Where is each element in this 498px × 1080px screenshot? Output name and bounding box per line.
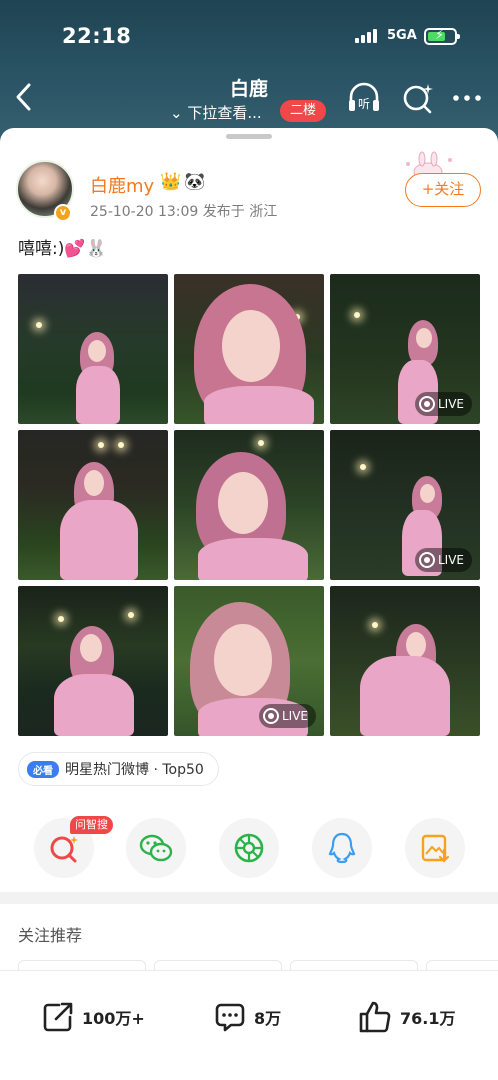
network-type: 5GA — [387, 28, 417, 43]
thumbs-up-icon — [359, 1001, 391, 1033]
photo-5[interactable] — [174, 430, 324, 580]
username[interactable]: 白鹿my — [90, 172, 154, 198]
save-image-share-button[interactable] — [405, 818, 465, 878]
headphone-icon: 听 — [349, 82, 379, 111]
photo-grid: LIVE LIVE LIVE — [18, 274, 480, 736]
repost-icon — [43, 1002, 73, 1032]
comment-count: 8万 — [254, 1009, 282, 1028]
like-count: 76.1万 — [400, 1009, 456, 1028]
repost-button[interactable]: 100万+ — [42, 999, 145, 1035]
section-divider — [0, 892, 498, 904]
save-image-icon — [421, 834, 450, 863]
battery-icon: ⚡ — [424, 28, 460, 45]
floor-badge[interactable]: 二楼 — [280, 100, 326, 122]
photo-1[interactable] — [18, 274, 168, 424]
hot-topic-text: 明星热门微博 · Top50 — [65, 762, 204, 778]
qq-penguin-icon — [328, 832, 356, 864]
status-time: 22:18 — [62, 24, 132, 48]
moments-aperture-icon — [234, 833, 264, 863]
like-button[interactable]: 76.1万 — [358, 999, 455, 1035]
search-icon — [403, 84, 433, 114]
wechat-icon — [139, 834, 173, 862]
more-dots-icon — [453, 95, 481, 101]
signal-icon — [355, 29, 381, 43]
repost-count: 100万+ — [82, 1009, 145, 1028]
live-photo-icon — [418, 396, 435, 412]
photo-3[interactable]: LIVE — [330, 274, 480, 424]
live-badge: LIVE — [258, 704, 316, 728]
crown-icon: 👑 — [160, 172, 182, 192]
live-photo-icon — [418, 552, 435, 568]
listen-button[interactable]: 听 — [346, 80, 382, 116]
drag-handle[interactable] — [226, 134, 272, 139]
wechat-share-button[interactable] — [126, 818, 186, 878]
hot-topic-tag[interactable]: 必看 明星热门微博 · Top50 — [18, 752, 219, 786]
photo-2[interactable] — [174, 274, 324, 424]
post-text: 嘻嘻:)💕🐰 — [18, 239, 107, 259]
ai-search-icon — [50, 836, 78, 863]
svg-text:听: 听 — [358, 97, 370, 111]
pull-down-hint[interactable]: ⌄ 下拉查看... — [170, 102, 262, 123]
live-photo-icon — [262, 708, 279, 724]
follow-button[interactable]: +关注 — [405, 173, 481, 207]
photo-8[interactable]: LIVE — [174, 586, 324, 736]
panda-icon: 🐼 — [184, 172, 206, 192]
verified-icon: v — [54, 204, 72, 222]
search-button[interactable] — [400, 80, 436, 116]
action-bar: 100万+ 8万 76.1万 — [0, 970, 498, 1080]
qq-share-button[interactable] — [312, 818, 372, 878]
live-badge: LIVE — [414, 548, 472, 572]
post-meta: 25-10-20 13:09 发布于 浙江 — [90, 204, 278, 220]
photo-9[interactable] — [330, 586, 480, 736]
comment-icon — [215, 1003, 245, 1032]
live-badge: LIVE — [414, 392, 472, 416]
more-button[interactable] — [450, 80, 486, 116]
must-see-badge: 必看 — [27, 760, 59, 778]
top-nav: 白鹿 ⌄ 下拉查看... 二楼 听 — [0, 70, 498, 130]
status-bar: 22:18 5GA ⚡ — [0, 22, 498, 52]
photo-6[interactable]: LIVE — [330, 430, 480, 580]
ai-search-badge: 问智搜 — [70, 816, 113, 834]
photo-4[interactable] — [18, 430, 168, 580]
photo-7[interactable] — [18, 586, 168, 736]
post-card: v 白鹿my 👑 🐼 25-10-20 13:09 发布于 浙江 +关注 嘻嘻:… — [0, 128, 498, 1080]
moments-share-button[interactable] — [219, 818, 279, 878]
comment-button[interactable]: 8万 — [214, 999, 281, 1035]
recommend-title: 关注推荐 — [18, 926, 83, 945]
